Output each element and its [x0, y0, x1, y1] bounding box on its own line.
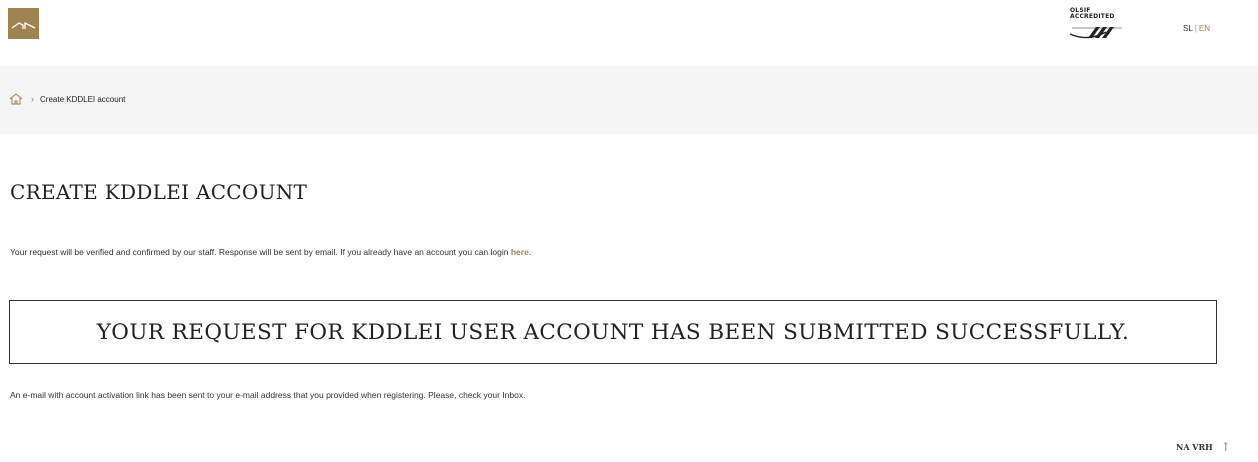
- back-to-top-label: NA VRH: [1176, 442, 1213, 452]
- site-logo[interactable]: [8, 8, 39, 39]
- site-header: OLSIF ACCREDITED SL | EN: [0, 0, 1258, 66]
- login-link[interactable]: here: [511, 247, 529, 257]
- breadcrumb: › Create KDDLEI account: [9, 93, 125, 105]
- home-icon[interactable]: [9, 93, 23, 105]
- logo-icon: [8, 8, 39, 39]
- success-message-box: YOUR REQUEST FOR KDDLEI USER ACCOUNT HAS…: [9, 300, 1217, 364]
- activation-text: An e-mail with account activation link h…: [10, 390, 526, 400]
- back-to-top-button[interactable]: NA VRH ↑: [1176, 440, 1231, 454]
- breadcrumb-current: Create KDDLEI account: [40, 94, 126, 104]
- partner-emblem-icon: [1069, 27, 1122, 39]
- lang-sl-link[interactable]: SL: [1183, 24, 1193, 33]
- page-title: CREATE KDDLEI ACCOUNT: [10, 180, 308, 204]
- intro-text-body: Your request will be verified and confir…: [10, 247, 511, 257]
- intro-text-end: .: [528, 247, 532, 257]
- language-switcher: SL | EN: [1183, 24, 1210, 33]
- success-message: YOUR REQUEST FOR KDDLEI USER ACCOUNT HAS…: [96, 319, 1130, 345]
- partner-logo: OLSIF ACCREDITED: [1066, 8, 1124, 44]
- breadcrumb-chevron-icon: ›: [31, 94, 34, 104]
- arrow-up-icon: ↑: [1220, 440, 1231, 454]
- intro-text: Your request will be verified and confir…: [10, 247, 531, 257]
- breadcrumb-bar: › Create KDDLEI account: [0, 66, 1258, 134]
- lang-separator: |: [1194, 24, 1197, 33]
- lang-en-link[interactable]: EN: [1199, 24, 1210, 33]
